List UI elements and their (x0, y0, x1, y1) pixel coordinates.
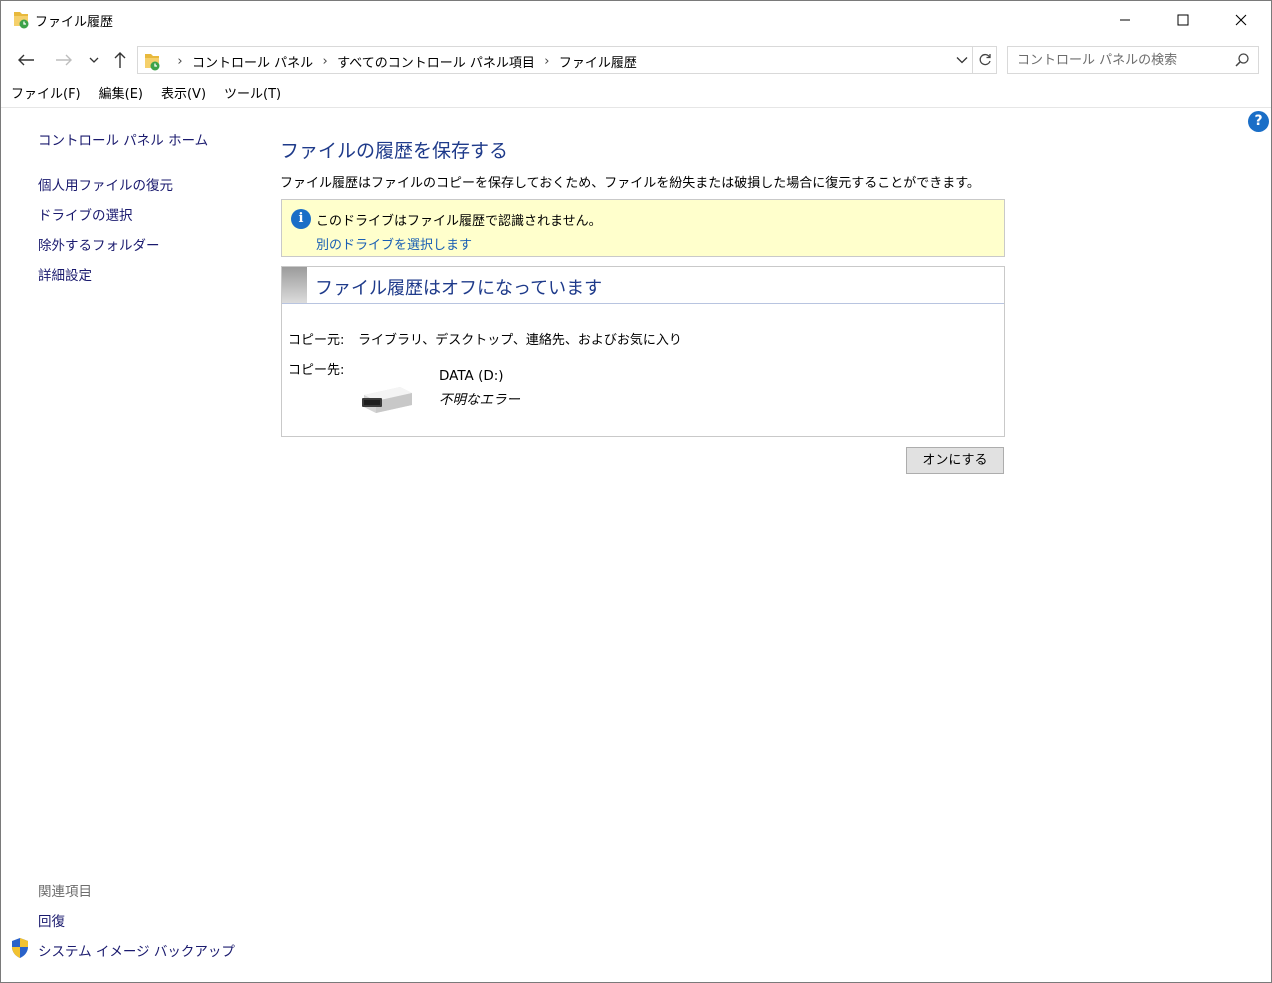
copy-source-label: コピー元: (288, 333, 345, 348)
status-indicator (282, 267, 307, 303)
copy-destination-label: コピー先: (288, 363, 345, 378)
file-history-window: ファイル履歴 › コントロール パネル › すべてのコントロール パネル項目 ›… (0, 0, 1272, 983)
status-title: ファイル履歴はオフになっています (315, 278, 603, 299)
recent-locations-button[interactable] (85, 49, 103, 71)
maximize-icon (1177, 14, 1189, 26)
breadcrumb-chevron-icon[interactable]: › (535, 54, 559, 69)
left-navigation: コントロール パネル ホーム 個人用ファイルの復元 ドライブの選択 除外するフォ… (1, 109, 261, 979)
breadcrumb-control-panel[interactable]: コントロール パネル (192, 52, 313, 71)
window-title: ファイル履歴 (35, 15, 114, 30)
forward-arrow-icon (56, 54, 72, 66)
drive-status: 不明なエラー (439, 392, 520, 408)
chevron-down-icon (89, 57, 99, 63)
copy-source-value: ライブラリ、デスクトップ、連絡先、およびお気に入り (358, 333, 682, 348)
up-button[interactable] (107, 49, 133, 71)
navigation-bar: › コントロール パネル › すべてのコントロール パネル項目 › ファイル履歴 (1, 39, 1271, 81)
breadcrumb: › コントロール パネル › すべてのコントロール パネル項目 › ファイル履歴 (168, 52, 637, 71)
close-button[interactable] (1212, 1, 1270, 39)
drive-icon (362, 387, 412, 413)
drive-name: DATA (D:) (439, 368, 504, 384)
info-message: このドライブはファイル履歴で認識されません。 (316, 214, 602, 229)
menu-file[interactable]: ファイル(F) (1, 83, 89, 107)
help-icon[interactable]: ? (1248, 111, 1269, 132)
maximize-button[interactable] (1154, 1, 1212, 39)
advanced-settings-link[interactable]: 詳細設定 (38, 264, 92, 284)
title-bar: ファイル履歴 (1, 1, 1271, 39)
recovery-link[interactable]: 回復 (38, 910, 65, 930)
turn-on-button[interactable]: オンにする (906, 447, 1004, 474)
folder-history-icon (14, 12, 29, 29)
menu-view[interactable]: 表示(V) (151, 83, 214, 107)
refresh-icon (979, 53, 991, 66)
breadcrumb-all-items[interactable]: すべてのコントロール パネル項目 (337, 52, 535, 71)
drive-warning-infobar: i このドライブはファイル履歴で認識されません。 別のドライブを選択します (281, 199, 1005, 257)
menu-edit[interactable]: 編集(E) (89, 83, 151, 107)
menu-tools[interactable]: ツール(T) (214, 83, 289, 107)
close-icon (1235, 14, 1247, 26)
search-icon[interactable] (1234, 52, 1250, 68)
info-icon: i (291, 209, 311, 229)
forward-button[interactable] (51, 49, 77, 71)
address-dropdown-button[interactable] (952, 47, 972, 73)
minimize-button[interactable] (1096, 1, 1154, 39)
folder-history-icon (145, 54, 160, 71)
exclude-folders-link[interactable]: 除外するフォルダー (38, 234, 160, 254)
status-header: ファイル履歴はオフになっています (282, 267, 1004, 304)
select-drive-link[interactable]: ドライブの選択 (38, 204, 133, 224)
chevron-down-icon (956, 57, 968, 64)
breadcrumb-file-history[interactable]: ファイル履歴 (559, 52, 637, 71)
breadcrumb-chevron-icon[interactable]: › (313, 54, 337, 69)
address-bar[interactable]: › コントロール パネル › すべてのコントロール パネル項目 › ファイル履歴 (137, 46, 973, 74)
menu-bar: ファイル(F) 編集(E) 表示(V) ツール(T) (1, 83, 1271, 108)
status-panel: ファイル履歴はオフになっています コピー元: ライブラリ、デスクトップ、連絡先、… (281, 266, 1005, 437)
back-button[interactable] (13, 49, 39, 71)
control-panel-home-link[interactable]: コントロール パネル ホーム (38, 129, 208, 149)
up-arrow-icon (114, 52, 126, 68)
select-another-drive-link[interactable]: 別のドライブを選択します (316, 234, 472, 253)
system-image-backup-link[interactable]: システム イメージ バックアップ (38, 940, 235, 960)
restore-personal-files-link[interactable]: 個人用ファイルの復元 (38, 174, 173, 194)
related-items-heading: 関連項目 (38, 884, 92, 900)
page-description: ファイル履歴はファイルのコピーを保存しておくため、ファイルを紛失または破損した場… (280, 176, 980, 191)
breadcrumb-chevron-icon[interactable]: › (168, 54, 192, 69)
minimize-icon (1120, 19, 1130, 21)
search-box[interactable] (1007, 46, 1259, 74)
page-title: ファイルの履歴を保存する (280, 140, 509, 162)
search-input[interactable] (1008, 47, 1228, 73)
uac-shield-icon (12, 938, 28, 958)
back-arrow-icon (18, 54, 34, 66)
refresh-button[interactable] (973, 46, 997, 74)
